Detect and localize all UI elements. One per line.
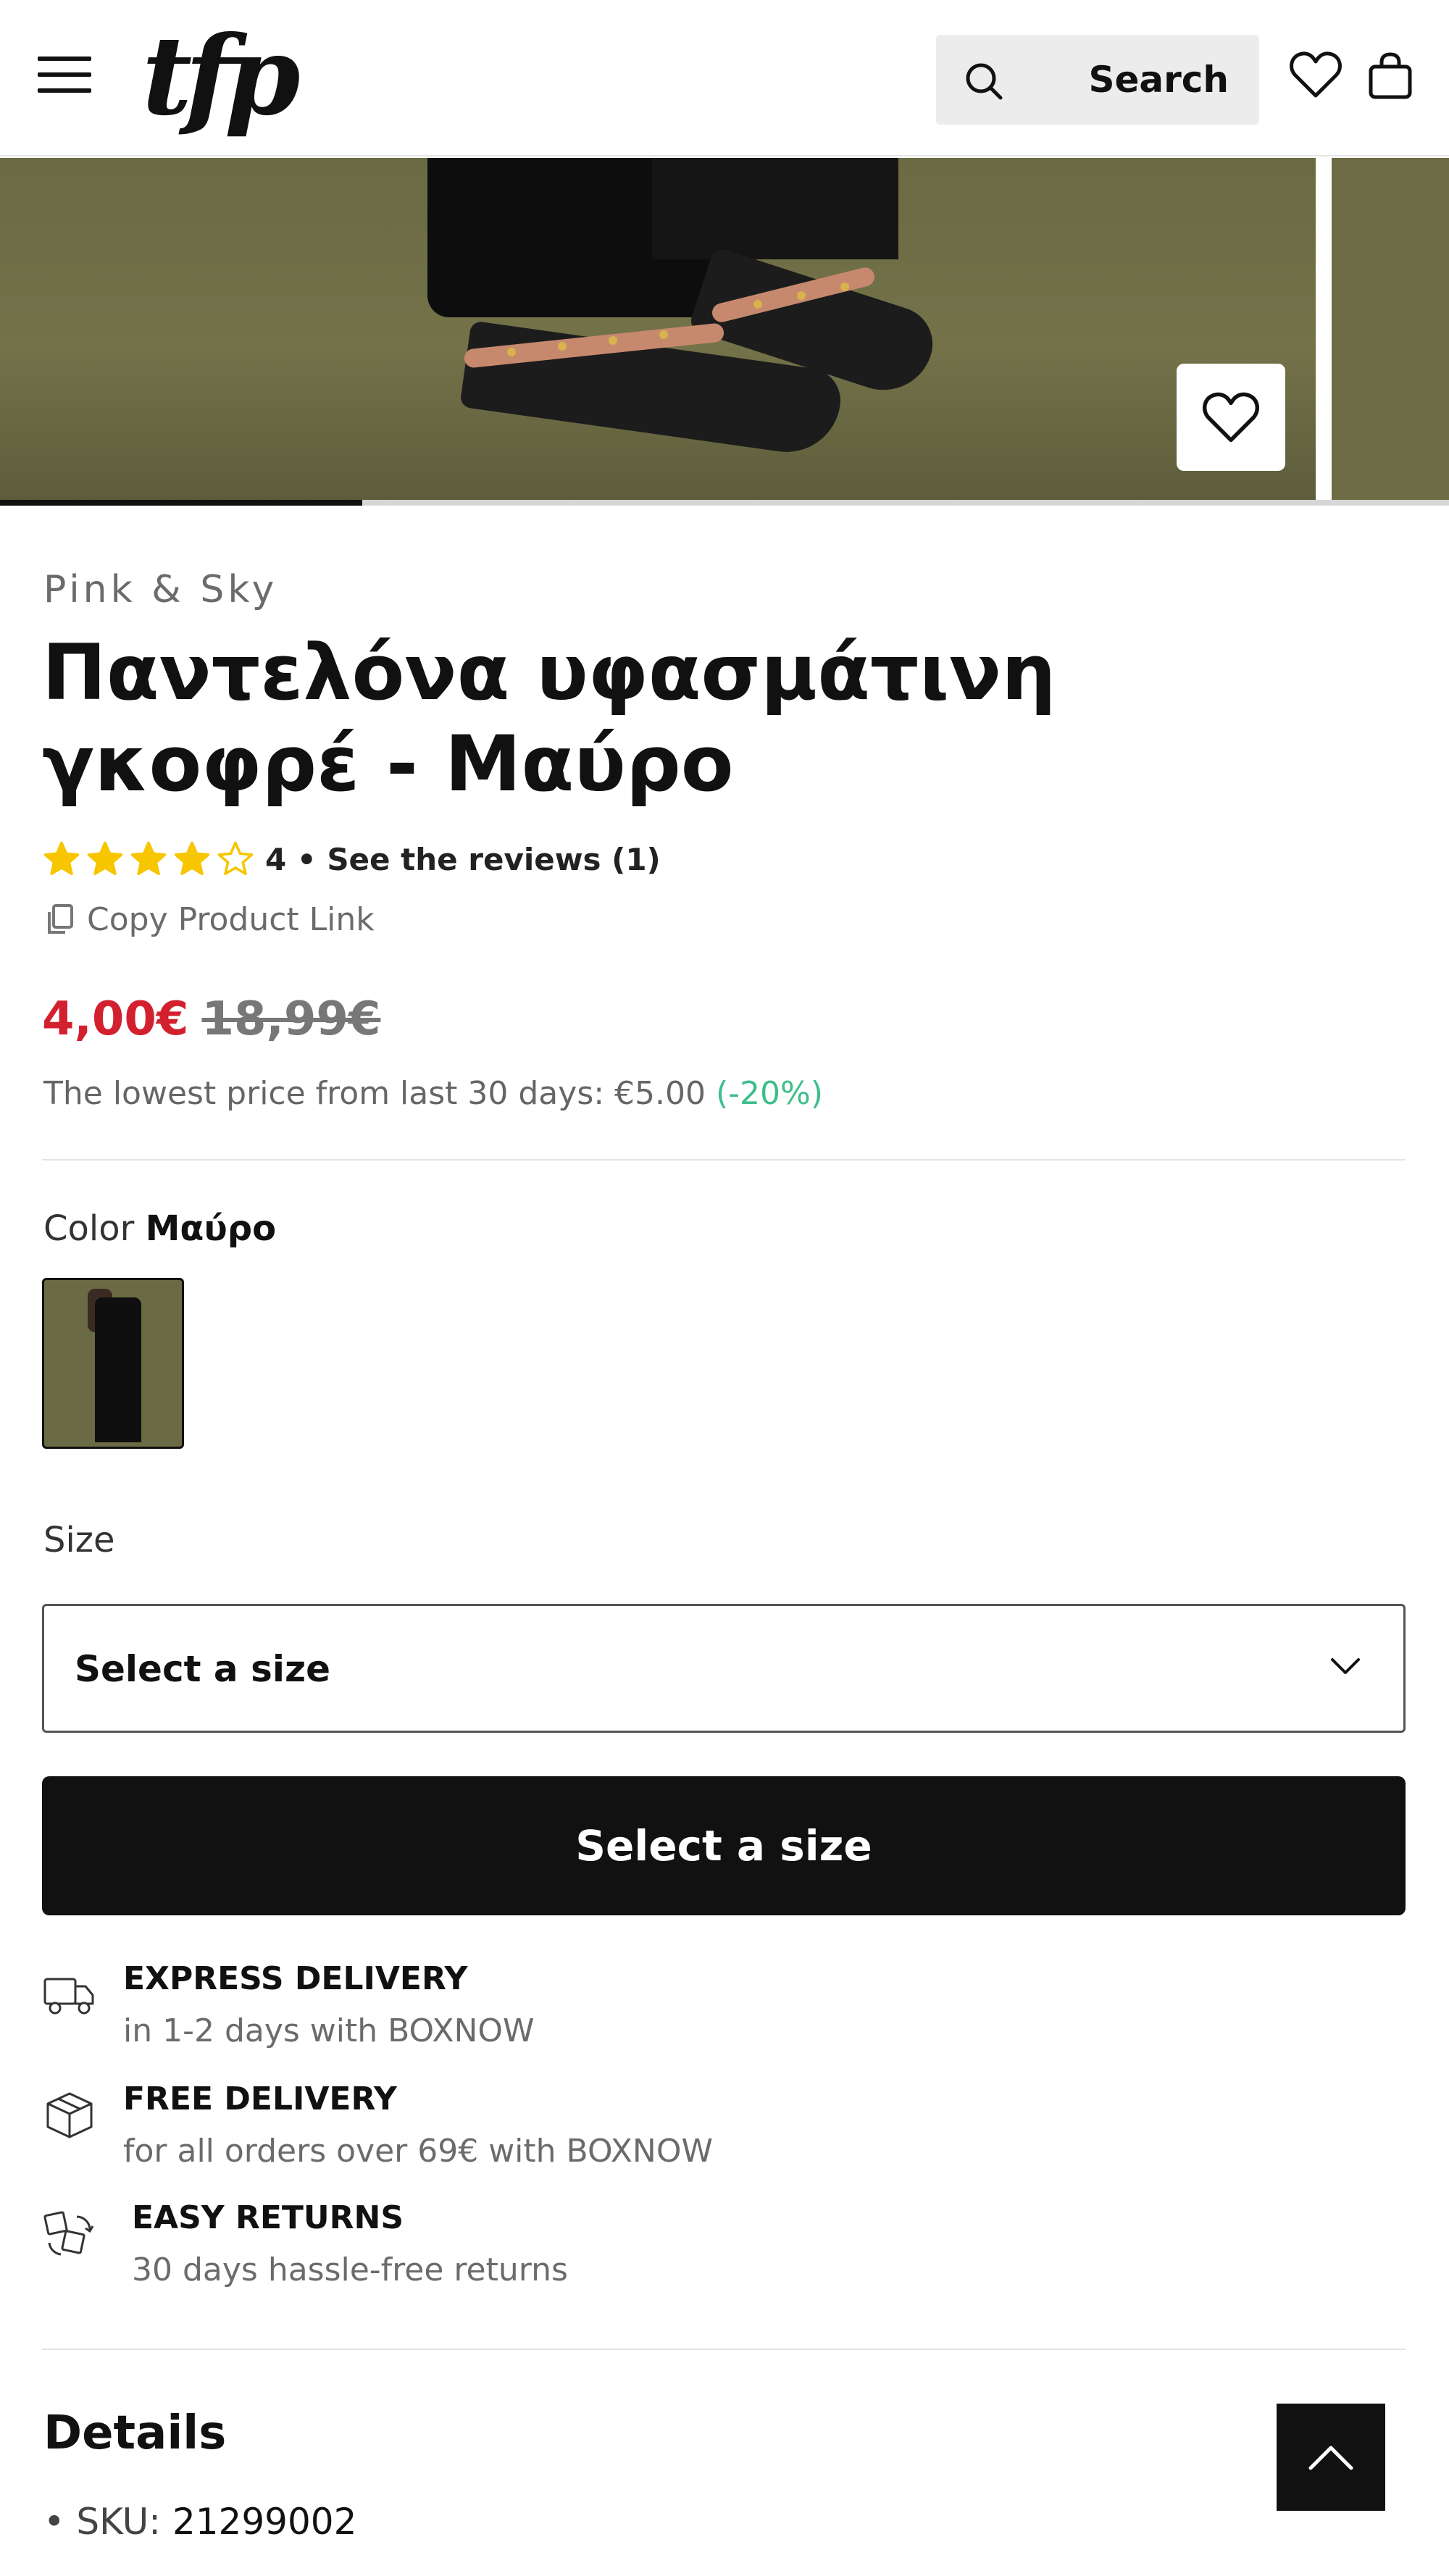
heart-icon[interactable]	[1290, 49, 1342, 100]
logo-text: tfp	[142, 12, 301, 140]
size-select[interactable]: Select a size	[42, 1604, 1406, 1733]
color-value: Μαύρο	[145, 1208, 277, 1249]
feature-title: EASY RETURNS	[132, 2199, 404, 2236]
bullet: •	[43, 2501, 77, 2543]
search-icon	[966, 63, 1003, 100]
size-label: Size	[43, 1520, 115, 1560]
delivery-truck-icon	[43, 1978, 94, 2015]
size-select-value: Select a size	[75, 1648, 330, 1690]
star-filled-icon	[130, 841, 167, 876]
star-filled-icon	[87, 841, 123, 876]
feature-subtitle: for all orders over 69€ with BOXNOW	[123, 2133, 713, 2170]
next-product-image[interactable]	[1332, 158, 1449, 500]
feature-title: EXPRESS DELIVERY	[123, 1960, 468, 1997]
sku-row: • SKU: 21299002	[43, 2501, 356, 2543]
search-label: Search	[1088, 59, 1229, 101]
sku-label: SKU:	[76, 2501, 162, 2543]
price: 4,00€ 18,99€	[42, 992, 380, 1046]
returns-boxes-icon	[43, 2211, 94, 2256]
color-swatch-black[interactable]	[42, 1278, 184, 1449]
lowest-price-note: The lowest price from last 30 days: €5.0…	[43, 1075, 823, 1112]
package-box-icon	[46, 2092, 93, 2138]
product-rating[interactable]: 4 • See the reviews (1)	[42, 837, 661, 881]
copy-product-link-button[interactable]: Copy Product Link	[45, 901, 375, 938]
chevron-up-icon	[1308, 2446, 1353, 2470]
site-header: tfp Search	[0, 0, 1449, 156]
bag-icon[interactable]	[1368, 52, 1413, 100]
feature-title: FREE DELIVERY	[123, 2081, 397, 2117]
details-heading[interactable]: Details	[43, 2406, 226, 2460]
add-to-cart-button[interactable]: Select a size	[42, 1776, 1406, 1915]
star-filled-icon	[174, 841, 210, 876]
color-label-text: Color	[43, 1208, 135, 1249]
heart-icon	[1202, 392, 1260, 443]
chevron-down-icon	[1331, 1658, 1360, 1674]
copy-icon	[48, 903, 73, 934]
feature-subtitle: in 1-2 days with BOXNOW	[123, 2012, 535, 2049]
reviews-link[interactable]: 4 • See the reviews (1)	[265, 842, 661, 877]
product-title: Παντελόνα υφασμάτινη γκοφρέ - Μαύρο	[42, 628, 1056, 808]
gallery-progress-fill	[0, 500, 362, 506]
search-button[interactable]: Search	[936, 35, 1259, 125]
gallery-gap	[1316, 158, 1332, 500]
star-filled-icon	[43, 841, 80, 876]
original-price: 18,99€	[201, 992, 381, 1046]
product-image[interactable]	[0, 158, 1316, 500]
site-logo[interactable]: tfp	[142, 14, 301, 138]
gallery-progress-bar	[0, 500, 1449, 506]
feature-subtitle: 30 days hassle-free returns	[132, 2251, 568, 2288]
add-to-wishlist-button[interactable]	[1177, 364, 1285, 471]
menu-icon[interactable]	[38, 52, 91, 97]
color-label: Color Μαύρο	[43, 1208, 276, 1249]
lowest-price-discount: (-20%)	[716, 1075, 824, 1112]
copy-link-label: Copy Product Link	[87, 901, 375, 938]
star-empty-icon	[217, 841, 254, 876]
divider	[42, 2349, 1406, 2350]
divider	[42, 1159, 1406, 1161]
product-gallery[interactable]	[0, 158, 1449, 500]
product-brand[interactable]: Pink & Sky	[43, 568, 277, 611]
rating-stars	[42, 840, 259, 879]
sku-value: 21299002	[172, 2501, 357, 2543]
sale-price: 4,00€	[42, 992, 189, 1046]
back-to-top-button[interactable]	[1277, 2404, 1385, 2511]
lowest-price-text: The lowest price from last 30 days: €5.0…	[43, 1075, 706, 1112]
